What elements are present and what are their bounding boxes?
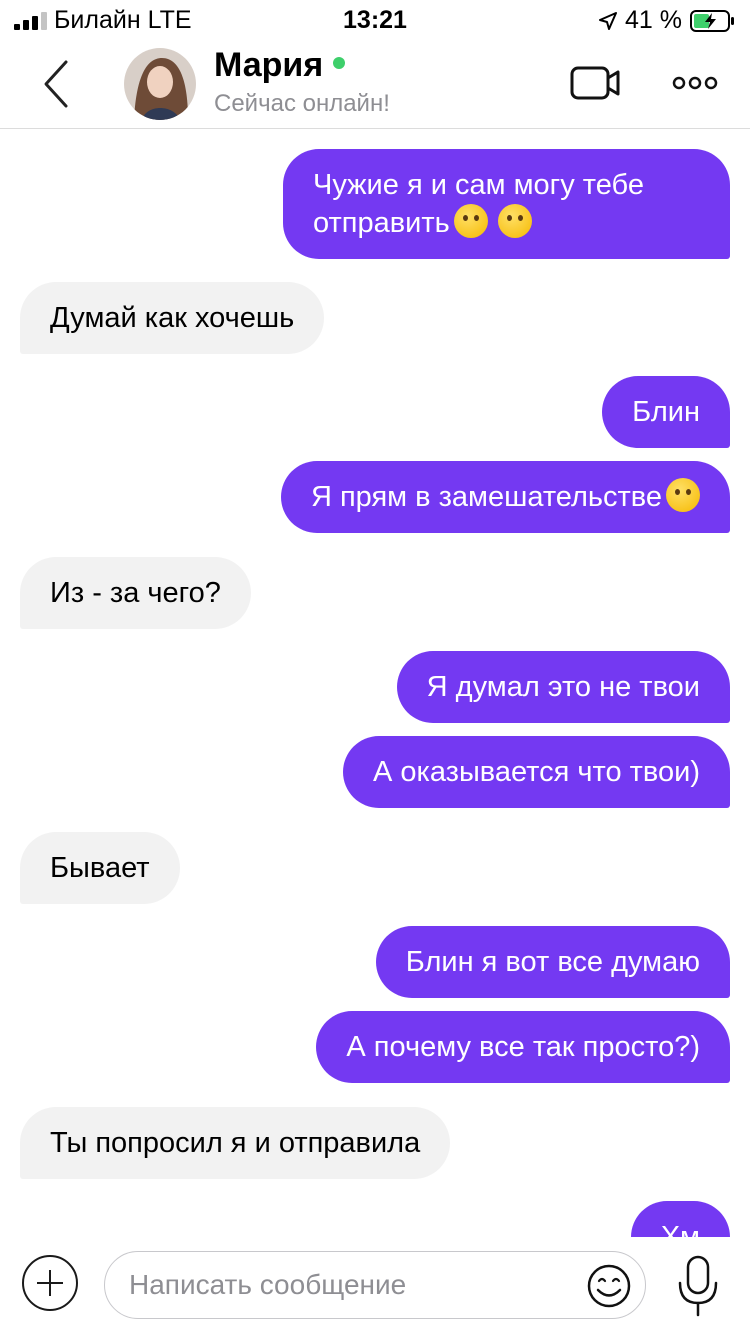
avatar[interactable]	[124, 48, 196, 120]
video-call-icon[interactable]	[570, 66, 622, 100]
message-outgoing[interactable]: Чужие я и сам могу тебе отправить	[283, 149, 730, 259]
message-outgoing[interactable]: Я думал это не твои	[396, 651, 730, 723]
message-outgoing[interactable]: А оказывается что твои)	[343, 736, 730, 808]
emoji-smile-icon[interactable]	[586, 1263, 632, 1309]
message-outgoing[interactable]: Хм	[630, 1201, 730, 1237]
message-input[interactable]: Написать сообщение	[104, 1251, 646, 1319]
status-bar: Билайн LTE 13:21 41 %	[0, 0, 750, 40]
thinking-emoji-icon	[666, 478, 700, 512]
chat-header: Мария Сейчас онлайн!	[0, 40, 750, 129]
location-icon	[599, 11, 618, 30]
microphone-icon[interactable]	[676, 1255, 720, 1321]
message-outgoing[interactable]: Я прям в замешательстве	[280, 461, 730, 533]
sweat-smile-emoji-icon	[453, 204, 488, 238]
battery-charging-icon	[690, 9, 734, 32]
battery-percent: 41 %	[625, 6, 682, 34]
message-outgoing[interactable]: А почему все так просто?)	[316, 1011, 730, 1083]
joy-emoji-icon	[497, 204, 532, 238]
back-chevron-icon[interactable]	[38, 58, 78, 110]
attach-plus-icon[interactable]	[22, 1255, 78, 1311]
composer-bar: Написать сообщение	[0, 1237, 750, 1334]
message-list[interactable]: Чужие я и сам могу тебе отправить Думай …	[0, 129, 750, 1237]
message-incoming[interactable]: Думай как хочешь	[20, 282, 325, 354]
contact-name[interactable]: Мария	[214, 46, 346, 85]
message-incoming[interactable]: Из - за чего?	[20, 557, 251, 629]
contact-status: Сейчас онлайн!	[214, 90, 390, 117]
message-outgoing[interactable]: Блин я вот все думаю	[375, 926, 730, 998]
online-indicator	[333, 57, 346, 70]
message-incoming[interactable]: Бывает	[20, 832, 180, 904]
more-options-icon[interactable]	[672, 76, 718, 90]
message-outgoing[interactable]: Блин	[602, 376, 730, 448]
message-incoming[interactable]: Ты попросил я и отправила	[20, 1107, 451, 1179]
